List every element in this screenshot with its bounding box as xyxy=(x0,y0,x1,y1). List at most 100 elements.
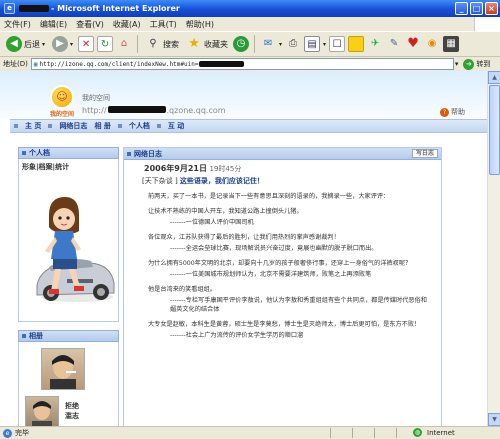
post-title-line: [天下杂谈 ] 这些语录，我们应该记住！ xyxy=(142,176,264,186)
menu-tools[interactable]: 工具(T) xyxy=(150,19,177,30)
favorites-button[interactable]: ★ 收藏夹 xyxy=(184,33,230,55)
notes-icon[interactable] xyxy=(348,36,365,52)
menu-help[interactable]: 帮助(H) xyxy=(186,19,214,30)
research-icon[interactable]: ▦ xyxy=(443,36,460,52)
album-panel-header: 相册 xyxy=(18,330,119,342)
status-bar: e 完毕 ◍ Internet xyxy=(0,426,500,439)
help-link[interactable]: ? 帮助 xyxy=(440,107,465,117)
logo-text: 我的空间 xyxy=(50,111,75,118)
edit-dropdown-icon[interactable]: ▾ xyxy=(323,41,326,48)
blog-header: 网络日志 xyxy=(134,149,162,158)
redacted-title xyxy=(19,5,49,12)
album-header: 相册 xyxy=(29,332,43,340)
back-button[interactable]: ◀ 后退 ▾ xyxy=(4,33,47,55)
menu-file[interactable]: 文件(F) xyxy=(4,19,31,30)
space-nav: 主 页 网络日志 相 册 个人档 互 动 xyxy=(10,119,487,133)
print-icon[interactable]: ⎙ xyxy=(285,36,301,52)
address-dropdown-icon[interactable]: ▾ xyxy=(455,60,459,68)
status-text: 完毕 xyxy=(15,429,29,437)
menu-favorites[interactable]: 收藏(A) xyxy=(113,19,141,30)
blog-panel: 网络日志 写日志 2006年9月21日 19时45分 [天下杂谈 ] 这些语录，… xyxy=(123,147,442,426)
post-attribution: -------一位德国人评价中国司机 xyxy=(170,219,254,226)
stop-icon[interactable]: ✕ xyxy=(78,36,95,52)
heart-icon[interactable]: ♥ xyxy=(405,36,421,52)
status-divider xyxy=(374,428,375,438)
mail-icon[interactable]: ✉ xyxy=(260,36,276,52)
nav-bullet xyxy=(14,124,18,128)
page-icon: ▣ xyxy=(33,60,38,68)
vertical-scrollbar[interactable]: ▲ ▼ xyxy=(487,71,500,426)
history-icon[interactable]: ◷ xyxy=(233,36,250,52)
status-divider xyxy=(396,428,397,438)
refresh-icon[interactable]: ↻ xyxy=(97,36,114,52)
window-title: - Microsoft Internet Explorer xyxy=(51,4,180,13)
write-blog-button[interactable]: 写日志 xyxy=(411,149,438,158)
post-attribution: -------全运会垒球比赛，现场解说员兴奋过度，竟展也幽默的脱子脱口而出。 xyxy=(170,245,378,252)
home-icon[interactable]: ⌂ xyxy=(116,36,132,52)
post-paragraph: 大专女是赵敏，本科生是黄蓉，硕士生是李莫愁，博士生是灭绝师太，博士后更可怕，是东… xyxy=(148,321,421,328)
menu-bar: 文件(F) 编辑(E) 查看(V) 收藏(A) 工具(T) 帮助(H) xyxy=(0,17,500,31)
go-label: 转到 xyxy=(476,60,491,68)
scroll-down-button[interactable]: ▼ xyxy=(488,413,500,426)
panel-bullet xyxy=(22,151,26,155)
album-photo-2 xyxy=(32,401,52,426)
post-attribution: -------专栏写手康国平评价李敖说，他认为李敖和秀重组组有些个共同点，都是传… xyxy=(170,297,427,313)
album-thumbnail[interactable] xyxy=(41,348,85,390)
nav-profile[interactable]: 个人档 xyxy=(129,121,150,131)
space-url[interactable]: http:// .qzone.qq.com xyxy=(82,106,226,115)
separator xyxy=(137,35,139,53)
toolbar: ◀ 后退 ▾ ▶ ▾ ✕ ↻ ⌂ ⚲ 搜索 ★ 收藏夹 ◷ ✉ ▾ ⎙ ▤ ▾ … xyxy=(0,31,500,57)
menu-edit[interactable]: 编辑(E) xyxy=(40,19,67,30)
menu-view[interactable]: 查看(V) xyxy=(76,19,104,30)
post-category[interactable]: [天下杂谈 ] xyxy=(142,177,178,185)
profile-links[interactable]: 形象|档案|统计 xyxy=(19,159,118,175)
scroll-thumb[interactable] xyxy=(489,85,500,175)
zone-label: Internet xyxy=(427,428,455,437)
nav-album[interactable]: 相 册 xyxy=(94,121,110,131)
album-panel: 拒绝 滥志 xyxy=(18,342,119,426)
security-zone[interactable]: ◍ Internet xyxy=(413,428,455,437)
space-url-prefix: http:// xyxy=(82,106,107,115)
tool-icon[interactable]: ✎ xyxy=(386,36,402,52)
post-paragraph: 前两天，买了一本书，是记录当下一些有意思且深刻的语录的，我摘录一些，大家评评： xyxy=(148,193,390,200)
close-button[interactable]: × xyxy=(485,2,498,15)
nav-bullet xyxy=(156,124,161,128)
back-dropdown-icon[interactable]: ▾ xyxy=(42,41,45,48)
qq-tool-icon[interactable]: ◉ xyxy=(424,36,440,52)
blog-panel-header: 网络日志 写日志 xyxy=(124,148,441,160)
search-button[interactable]: ⚲ 搜索 xyxy=(143,33,181,55)
edit-icon[interactable]: ▤ xyxy=(304,36,321,52)
messenger-icon[interactable]: ✈ xyxy=(367,36,383,52)
post-date-line: 2006年9月21日 19时45分 xyxy=(144,163,241,174)
discuss-icon[interactable]: ☐ xyxy=(329,36,346,52)
album-thumb-label-1: 拒绝 xyxy=(65,402,79,410)
minimize-button[interactable]: _ xyxy=(455,2,468,15)
redacted-qq-number xyxy=(107,106,166,113)
mail-dropdown-icon[interactable]: ▾ xyxy=(279,41,282,48)
space-name: 我的空间 xyxy=(82,94,110,102)
space-header: ☺ 我的空间 我的空间 http:// .qzone.qq.com ? 帮助 xyxy=(0,71,487,119)
nav-interact[interactable]: 互 动 xyxy=(168,121,184,131)
address-input[interactable]: ▣ http://izone.qq.com/client/indexNew.ht… xyxy=(30,58,454,70)
page-status-icon: e xyxy=(3,428,12,438)
redacted-uin xyxy=(199,61,245,67)
go-button[interactable]: ➔ 转到 xyxy=(463,58,491,70)
album-thumbnail[interactable] xyxy=(25,396,59,426)
address-bar: 地址(D) ▣ http://izone.qq.com/client/index… xyxy=(0,57,500,71)
scroll-up-button[interactable]: ▲ xyxy=(488,71,500,84)
nav-blog[interactable]: 网络日志 xyxy=(59,121,87,131)
globe-icon: ◍ xyxy=(413,428,422,437)
panel-bullet xyxy=(127,151,131,156)
post-time: 19时45分 xyxy=(209,165,242,173)
post-paragraph: 他是台湾来的笑看组组。 xyxy=(148,286,217,293)
post-attribution: -------社会上广为流传的评价女学生学历的顺口溜 xyxy=(170,332,304,339)
forward-dropdown-icon[interactable]: ▾ xyxy=(70,41,73,48)
post-title[interactable]: 这些语录，我们应该记住！ xyxy=(180,177,264,185)
maximize-button[interactable]: □ xyxy=(470,2,483,15)
title-bar: e - Microsoft Internet Explorer _ □ × xyxy=(0,0,500,17)
status-divider xyxy=(330,428,331,438)
forward-button[interactable]: ▶ ▾ xyxy=(50,33,75,55)
nav-home[interactable]: 主 页 xyxy=(25,121,41,131)
windows-logo xyxy=(474,17,500,31)
avatar-figure xyxy=(36,197,115,302)
